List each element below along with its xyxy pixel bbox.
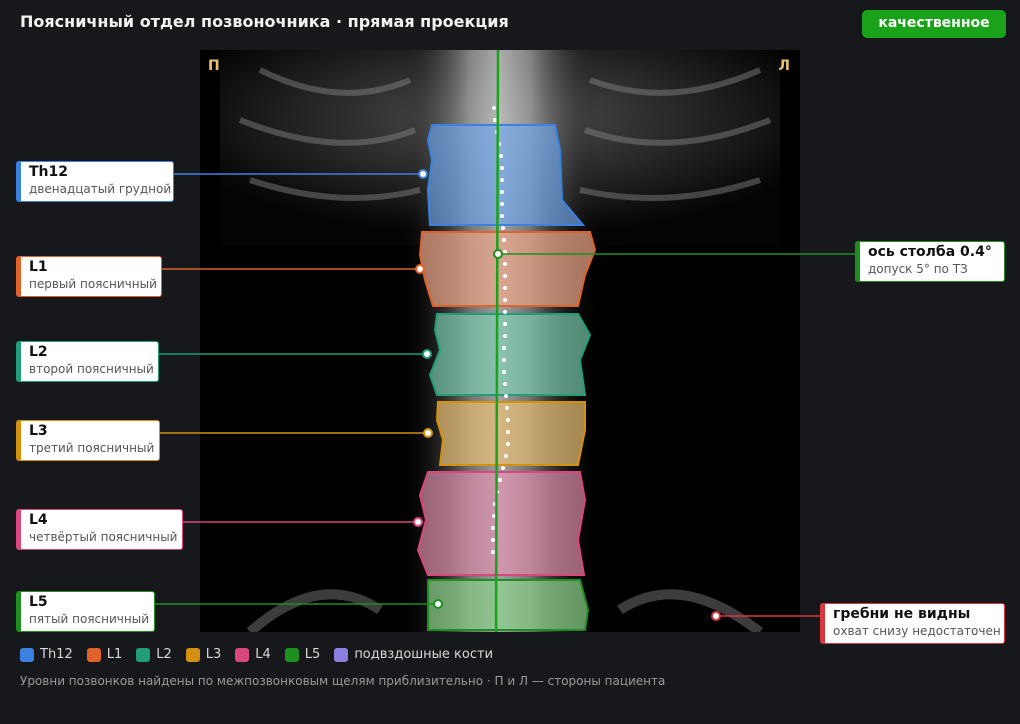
- callout-l2-desc: второй поясничный: [29, 362, 154, 376]
- legend: Th12 L1 L2 L3 L4 L5 подвздошные кости: [20, 647, 507, 662]
- callout-l4: L4 четвёртый поясничный: [16, 509, 183, 550]
- legend-swatch: [185, 647, 200, 662]
- callout-spine-axis: ось столба 0.4° допуск 5° по ТЗ: [855, 241, 1005, 282]
- xray-render: [200, 50, 800, 632]
- callout-l3-desc: третий поясничный: [29, 441, 155, 455]
- callout-th12-desc: двенадцатый грудной: [29, 182, 172, 196]
- callout-l5-desc: пятый поясничный: [29, 612, 149, 626]
- legend-swatch: [284, 647, 299, 662]
- axis-angle-value: ось столба 0.4°: [868, 244, 992, 260]
- xray-image: П Л: [200, 50, 800, 632]
- legend-item-l1: L1: [86, 647, 122, 662]
- callout-th12: Th12 двенадцатый грудной: [16, 161, 174, 202]
- legend-swatch: [334, 647, 349, 662]
- legend-item-l5: L5: [284, 647, 320, 662]
- callout-l1: L1 первый поясничный: [16, 256, 162, 297]
- callout-l4-desc: четвёртый поясничный: [29, 530, 178, 544]
- axis-tolerance: допуск 5° по ТЗ: [868, 262, 968, 276]
- callout-l2-name: L2: [29, 344, 48, 360]
- vertebra-mask-l5: [427, 579, 590, 631]
- legend-swatch: [136, 647, 151, 662]
- legend-swatch: [235, 647, 250, 662]
- legend-item-l2: L2: [136, 647, 172, 662]
- legend-item-l4: L4: [235, 647, 271, 662]
- vertebra-mask-l1: [418, 231, 597, 307]
- patient-left-mark: Л: [778, 58, 790, 74]
- callout-l1-name: L1: [29, 259, 48, 275]
- footnote: Уровни позвонков найдены по межпозвонков…: [20, 674, 666, 688]
- warning-desc: охват снизу недостаточен: [833, 624, 1001, 638]
- page-title: Поясничный отдел позвоночника · прямая п…: [20, 12, 509, 31]
- legend-item-l3: L3: [185, 647, 221, 662]
- callout-l3-name: L3: [29, 423, 48, 439]
- legend-swatch: [20, 647, 34, 662]
- callout-l2: L2 второй поясничный: [16, 341, 159, 382]
- callout-l3: L3 третий поясничный: [16, 420, 160, 461]
- callout-th12-name: Th12: [29, 164, 68, 180]
- warning-title: гребни не видны: [833, 606, 971, 622]
- legend-item-iliac: подвздошные кости: [334, 647, 493, 662]
- callout-iliac-warning: гребни не видны охват снизу недостаточен: [820, 603, 1005, 644]
- quality-badge: качественное: [862, 10, 1006, 38]
- vertebra-mask-l4: [416, 471, 587, 576]
- callout-l1-desc: первый поясничный: [29, 277, 157, 291]
- callout-l5-name: L5: [29, 594, 48, 610]
- vertebra-mask-l3: [435, 401, 586, 466]
- callout-l5: L5 пятый поясничный: [16, 591, 155, 632]
- patient-right-mark: П: [208, 58, 220, 74]
- callout-l4-name: L4: [29, 512, 48, 528]
- legend-swatch: [86, 647, 101, 662]
- vertebra-mask-l2: [428, 313, 592, 396]
- legend-item-th12: Th12: [20, 647, 73, 662]
